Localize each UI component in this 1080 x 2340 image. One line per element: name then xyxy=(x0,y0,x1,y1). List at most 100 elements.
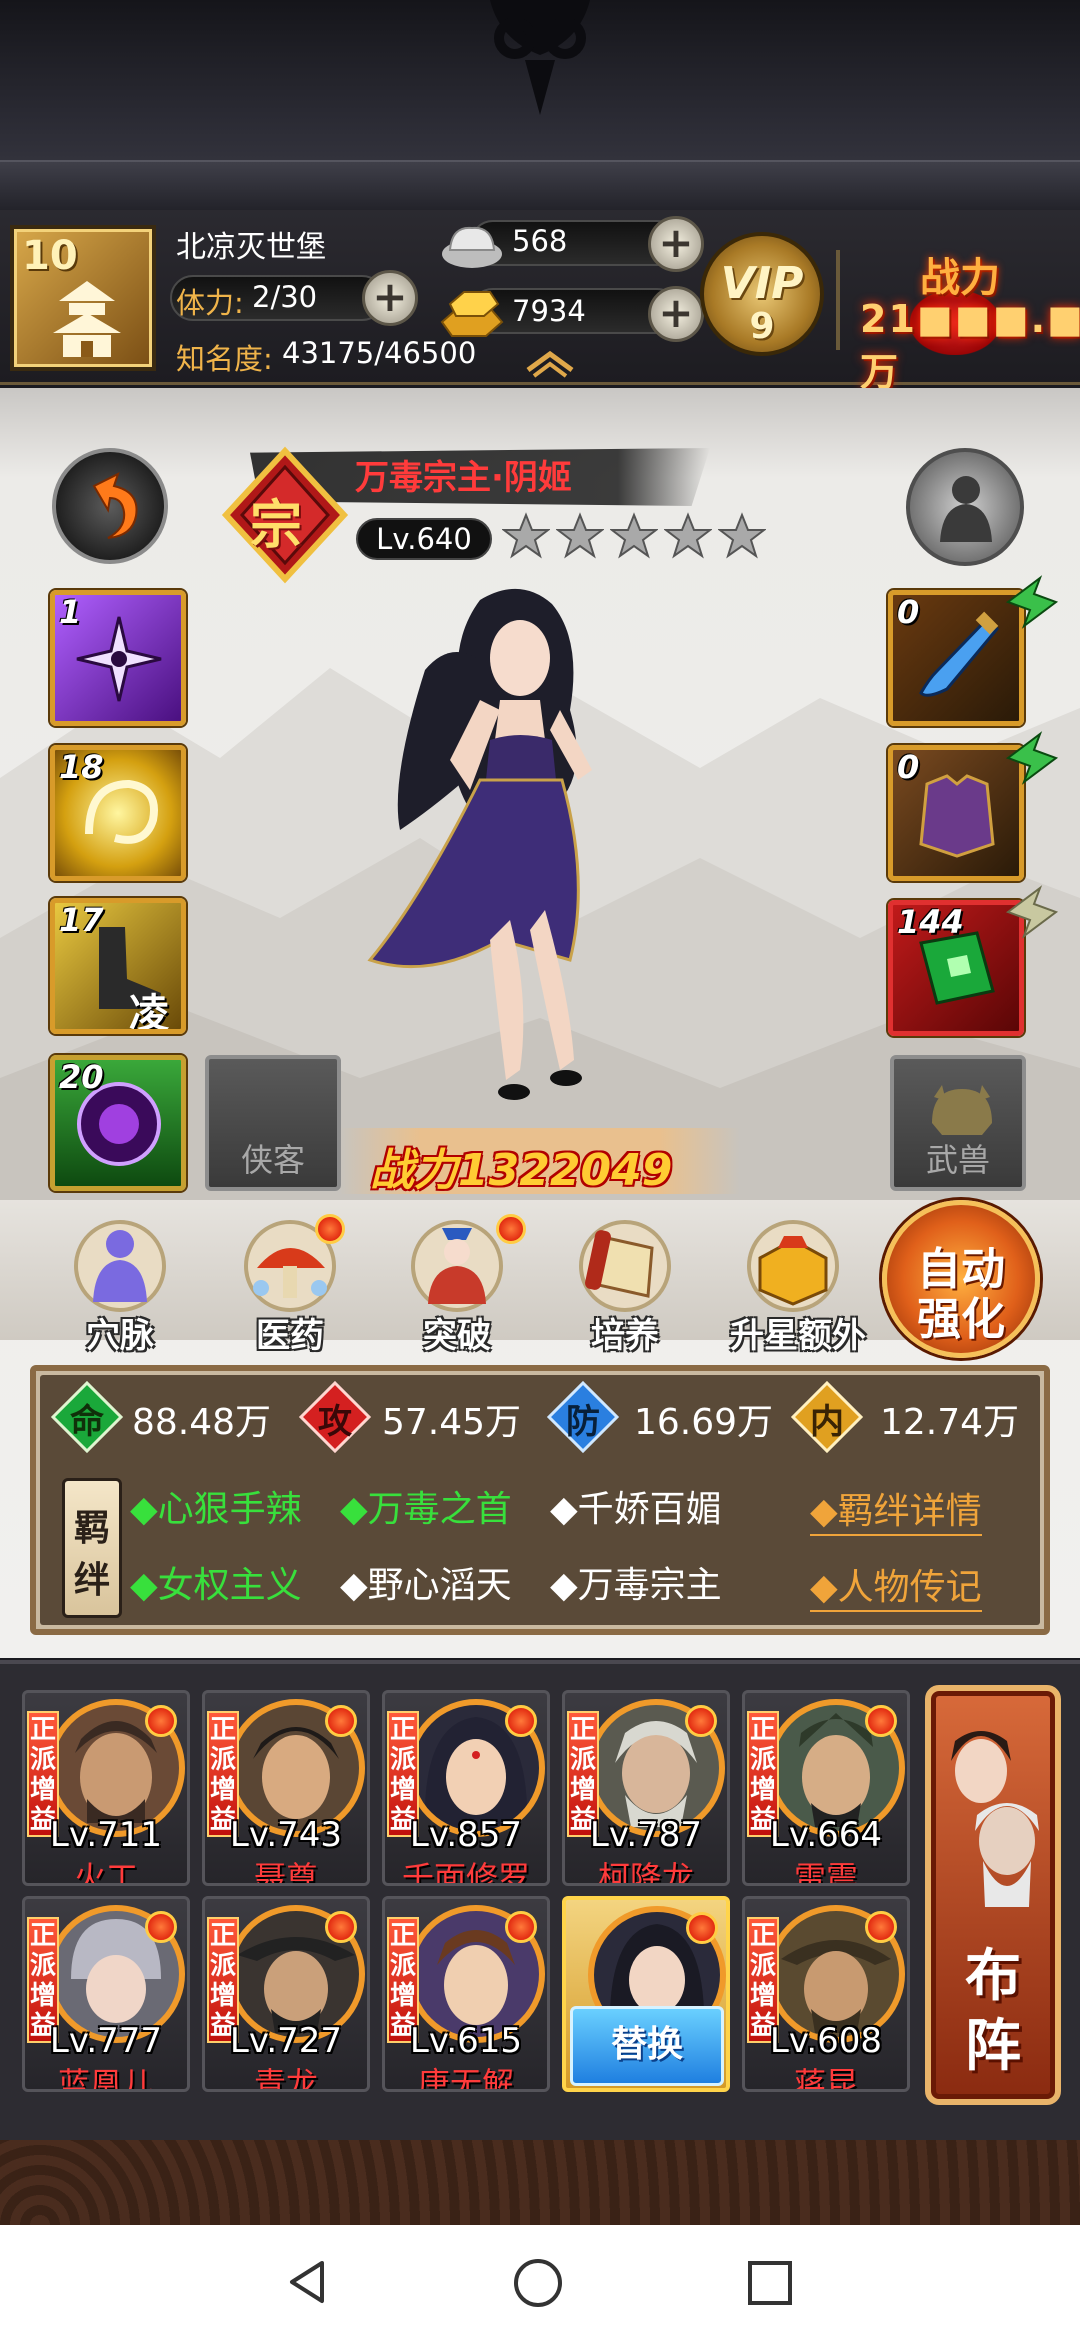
expand-chevron-icon[interactable] xyxy=(524,348,576,378)
shuriken-icon xyxy=(76,616,162,702)
member-level: Lv.727 xyxy=(229,2021,343,2061)
notification-dot xyxy=(145,1911,177,1943)
system-navigation-bar xyxy=(0,2225,1080,2340)
meridian-button[interactable]: 穴脉 xyxy=(55,1210,185,1356)
notification-dot xyxy=(325,1911,357,1943)
notification-dot xyxy=(496,1214,526,1244)
roof-banner xyxy=(0,0,1080,210)
back-button[interactable] xyxy=(52,448,168,564)
formation-button[interactable]: 布 阵 xyxy=(925,1685,1061,2105)
attack-value: 57.45万 xyxy=(382,1402,522,1443)
skill-slot-1[interactable]: 1 xyxy=(50,590,186,726)
skill-slot-3[interactable]: 17 凌 xyxy=(50,898,186,1034)
team-member-card[interactable]: 正派增益 Lv.727 青龙 xyxy=(202,1896,370,2092)
team-member-card[interactable]: 正派增益 Lv.743 聂尊 xyxy=(202,1690,370,1886)
combat-power-value: 战力1322049 xyxy=(370,1145,673,1196)
inner-stat-icon: 内 xyxy=(790,1380,864,1454)
member-name: 千面修罗 xyxy=(401,1859,530,1886)
skill-slot-4[interactable]: 20 xyxy=(50,1055,186,1191)
star-icon xyxy=(610,512,658,559)
team-member-card[interactable]: 正派增益 Lv.711 火工 xyxy=(22,1690,190,1886)
team-member-card[interactable]: 正派增益 Lv.787 柯降龙 xyxy=(562,1690,730,1886)
bond-item: ◆千娇百媚 xyxy=(550,1489,722,1530)
attack-stat-icon: 攻 xyxy=(298,1380,372,1454)
stat-icon-char: 攻 xyxy=(318,1402,352,1442)
team-member-card[interactable]: 正派增益 Lv.608 蒋昆 xyxy=(742,1896,910,2092)
rarity-text: 宗 xyxy=(250,496,303,556)
breakthrough-button[interactable]: 突破 xyxy=(392,1210,526,1356)
formation-heroes-icon xyxy=(951,1731,1039,1907)
skill-slot-2[interactable]: 18 xyxy=(50,745,186,881)
action-label: 穴脉 xyxy=(86,1316,154,1356)
team-member-card[interactable]: 正派增益 Lv.777 蓝凰儿 xyxy=(22,1896,190,2092)
bond-tag-char: 绊 xyxy=(73,1560,110,1601)
add-stamina-button[interactable]: + xyxy=(362,270,418,326)
member-level: Lv.608 xyxy=(769,2021,883,2061)
notification-dot xyxy=(865,1911,897,1943)
member-level: Lv.777 xyxy=(49,2021,163,2061)
roof-ornament-icon xyxy=(490,0,590,115)
star-icon xyxy=(664,512,712,559)
hero-combat-power: 战力1322049 xyxy=(340,1128,740,1196)
silver-ingot-icon xyxy=(442,226,502,268)
team-member-card[interactable]: 正派增益 Lv.615 唐无解 xyxy=(382,1896,550,2092)
hero-gallery-button[interactable] xyxy=(906,448,1024,566)
stat-icon-char: 内 xyxy=(810,1402,844,1442)
replace-button[interactable]: 替换 xyxy=(570,2006,724,2086)
team-member-card[interactable]: 正派增益 Lv.857 千面修罗 xyxy=(382,1690,550,1886)
member-name: 唐无解 xyxy=(417,2065,514,2092)
team-member-card[interactable]: 正派增益 Lv.664 雷震 xyxy=(742,1690,910,1886)
defense-stat-icon: 防 xyxy=(546,1380,620,1454)
nav-home-icon[interactable] xyxy=(512,2257,564,2309)
auto-strengthen-line2: 强化 xyxy=(917,1294,1005,1345)
hero-level: Lv.640 xyxy=(356,518,492,560)
biography-link[interactable]: ◆人物传记 xyxy=(810,1558,982,1612)
fame-value: 43175/46500 xyxy=(282,336,477,370)
star-bonus-button[interactable]: 升星额外 xyxy=(728,1210,868,1356)
notification-dot xyxy=(145,1705,177,1737)
medicine-button[interactable]: 医药 xyxy=(225,1210,355,1356)
rarity-badge: 宗 xyxy=(220,445,350,585)
cultivate-button[interactable]: 培养 xyxy=(560,1210,690,1356)
notification-dot xyxy=(505,1705,537,1737)
beast-slot[interactable]: 武兽 xyxy=(890,1055,1026,1191)
upgrade-arrow-icon[interactable] xyxy=(1000,728,1060,788)
notification-dot xyxy=(315,1214,345,1244)
vip-badge[interactable]: VIP 9 xyxy=(700,232,824,356)
vip-label: VIP xyxy=(720,258,804,309)
star-rating xyxy=(502,512,782,564)
player-avatar[interactable]: 10 xyxy=(10,225,156,371)
stat-icon-char: 命 xyxy=(70,1402,104,1442)
decorative-wave-band xyxy=(0,2140,1080,2225)
member-name: 柯降龙 xyxy=(597,1859,694,1886)
member-level: Lv.787 xyxy=(589,1815,703,1855)
star-icon xyxy=(718,512,766,559)
member-name: 青龙 xyxy=(253,2065,318,2092)
meridian-figure-icon xyxy=(74,1220,166,1312)
bond-item: ◆野心滔天 xyxy=(340,1565,512,1606)
formation-char: 布 xyxy=(965,1944,1021,2009)
bond-item: ◆女权主义 xyxy=(130,1565,302,1606)
companion-slot[interactable]: 侠客 xyxy=(205,1055,341,1191)
add-silver-button[interactable]: + xyxy=(648,216,704,272)
upgrade-arrow-icon[interactable] xyxy=(1000,882,1060,942)
star-icon xyxy=(502,512,550,559)
scroll-icon xyxy=(579,1220,671,1312)
nav-back-icon[interactable] xyxy=(282,2257,332,2307)
bond-details-link[interactable]: ◆羁绊详情 xyxy=(810,1482,982,1536)
member-level: Lv.664 xyxy=(769,1815,883,1855)
member-name: 火工 xyxy=(73,1859,138,1886)
notification-dot xyxy=(685,1705,717,1737)
nav-recents-icon[interactable] xyxy=(746,2259,794,2307)
current-hero-card[interactable]: 替换 xyxy=(562,1896,730,2092)
stamina-label: 体力: xyxy=(176,286,244,320)
notification-dot xyxy=(865,1705,897,1737)
gold-box-icon xyxy=(747,1220,839,1312)
header-divider xyxy=(836,250,840,350)
auto-strengthen-button[interactable]: 自动 强化 xyxy=(882,1200,1040,1358)
upgrade-arrow-icon[interactable] xyxy=(1000,572,1060,632)
item-count: 144 xyxy=(897,903,964,941)
skill-count: 18 xyxy=(59,748,104,786)
power-value: 21■■■.■万 xyxy=(860,297,1080,394)
add-gold-button[interactable]: + xyxy=(648,286,704,342)
